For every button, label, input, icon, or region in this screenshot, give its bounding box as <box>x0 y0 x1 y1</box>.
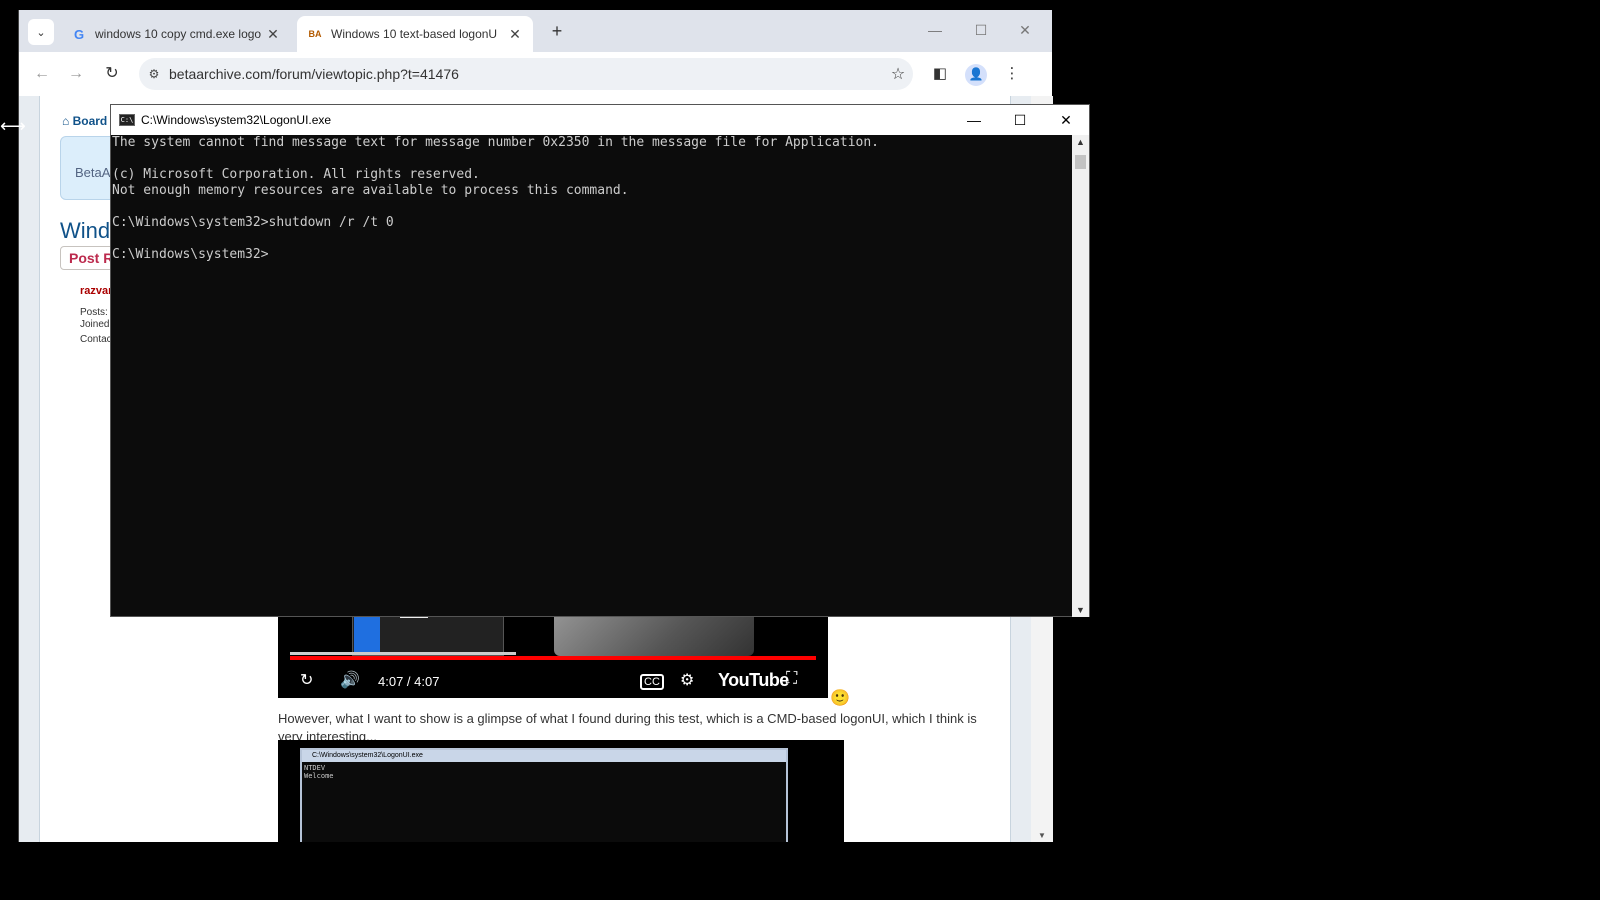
screenshot-console-window: C:\Windows\system32\LogonUI.exe NTDEV We… <box>300 748 788 842</box>
scroll-down-icon[interactable]: ▼ <box>1031 831 1053 840</box>
home-icon: ⌂ <box>62 114 73 128</box>
bookmark-star-icon[interactable]: ☆ <box>883 64 913 84</box>
smile-emoji-icon: 🙂 <box>830 690 850 707</box>
browser-toolbar: ← → ↻ ⚙ betaarchive.com/forum/viewtopic.… <box>19 52 1052 96</box>
fullscreen-icon[interactable]: ⛶ <box>786 670 797 688</box>
menu-icon[interactable]: ⋮ <box>1001 64 1023 86</box>
close-window-button[interactable]: ✕ <box>1015 22 1035 39</box>
back-button[interactable]: ← <box>31 64 53 86</box>
console-window[interactable]: C:\ C:\Windows\system32\LogonUI.exe — ☐ … <box>110 104 1090 617</box>
minimize-button[interactable]: — <box>925 22 945 38</box>
video-buffer-bar <box>290 652 516 655</box>
console-close-button[interactable]: ✕ <box>1043 112 1089 129</box>
video-progress-bar[interactable] <box>290 656 816 660</box>
betaarchive-icon: BA <box>308 29 322 39</box>
address-bar[interactable]: ⚙ betaarchive.com/forum/viewtopic.php?t=… <box>139 58 913 90</box>
captions-icon[interactable]: CC <box>640 674 664 690</box>
reload-button[interactable]: ↻ <box>101 64 123 86</box>
close-tab-icon[interactable]: ✕ <box>265 26 281 43</box>
side-panel-icon[interactable]: ◧ <box>929 64 951 86</box>
google-icon: G <box>73 26 85 42</box>
console-title: C:\Windows\system32\LogonUI.exe <box>141 113 332 127</box>
profile-avatar[interactable]: 👤 <box>965 64 987 86</box>
screenshot-line: NTDEV <box>304 764 326 772</box>
close-tab-icon[interactable]: ✕ <box>507 26 523 43</box>
console-minimize-button[interactable]: — <box>951 112 997 128</box>
resize-cursor-icon: ⟷ <box>0 116 26 136</box>
desktop: ⌄ G windows 10 copy cmd.exe logo ✕ BA Wi… <box>0 0 1600 900</box>
volume-icon[interactable]: 🔊 <box>340 670 360 690</box>
youtube-logo[interactable]: YouTube <box>718 670 789 691</box>
tab-title: Windows 10 text-based logonU <box>331 27 498 41</box>
new-tab-button[interactable]: + <box>545 20 569 44</box>
settings-gear-icon[interactable]: ⚙ <box>680 670 694 690</box>
tab-strip: ⌄ G windows 10 copy cmd.exe logo ✕ BA Wi… <box>19 10 1052 52</box>
screenshot-titlebar: C:\Windows\system32\LogonUI.exe <box>302 750 786 762</box>
console-output[interactable]: The system cannot find message text for … <box>111 135 1073 617</box>
video-time: 4:07 / 4:07 <box>378 674 440 689</box>
replay-icon[interactable]: ↻ <box>300 670 313 690</box>
site-info-icon[interactable]: ⚙ <box>139 67 169 81</box>
scroll-up-icon[interactable]: ▲ <box>1072 137 1089 147</box>
console-maximize-button[interactable]: ☐ <box>997 112 1043 129</box>
chevron-down-icon: ⌄ <box>36 26 46 39</box>
tab-title: windows 10 copy cmd.exe logo <box>95 27 262 41</box>
scroll-down-icon[interactable]: ▼ <box>1072 605 1089 615</box>
scroll-thumb[interactable] <box>1075 155 1086 169</box>
console-titlebar[interactable]: C:\ C:\Windows\system32\LogonUI.exe — ☐ … <box>111 105 1089 135</box>
tab-betaarchive[interactable]: BA Windows 10 text-based logonU ✕ <box>297 16 533 52</box>
tab-search-button[interactable]: ⌄ <box>28 19 54 45</box>
maximize-button[interactable]: ☐ <box>971 22 991 39</box>
forward-button[interactable]: → <box>65 64 87 86</box>
post-image-screenshot[interactable]: C:\Windows\system32\LogonUI.exe NTDEV We… <box>278 740 844 842</box>
tab-google-search[interactable]: G windows 10 copy cmd.exe logo ✕ <box>61 16 291 52</box>
console-scrollbar[interactable]: ▲ ▼ <box>1072 135 1089 617</box>
url-text[interactable]: betaarchive.com/forum/viewtopic.php?t=41… <box>169 66 883 82</box>
cmd-icon: C:\ <box>119 114 135 126</box>
screenshot-line: Welcome <box>304 772 334 780</box>
